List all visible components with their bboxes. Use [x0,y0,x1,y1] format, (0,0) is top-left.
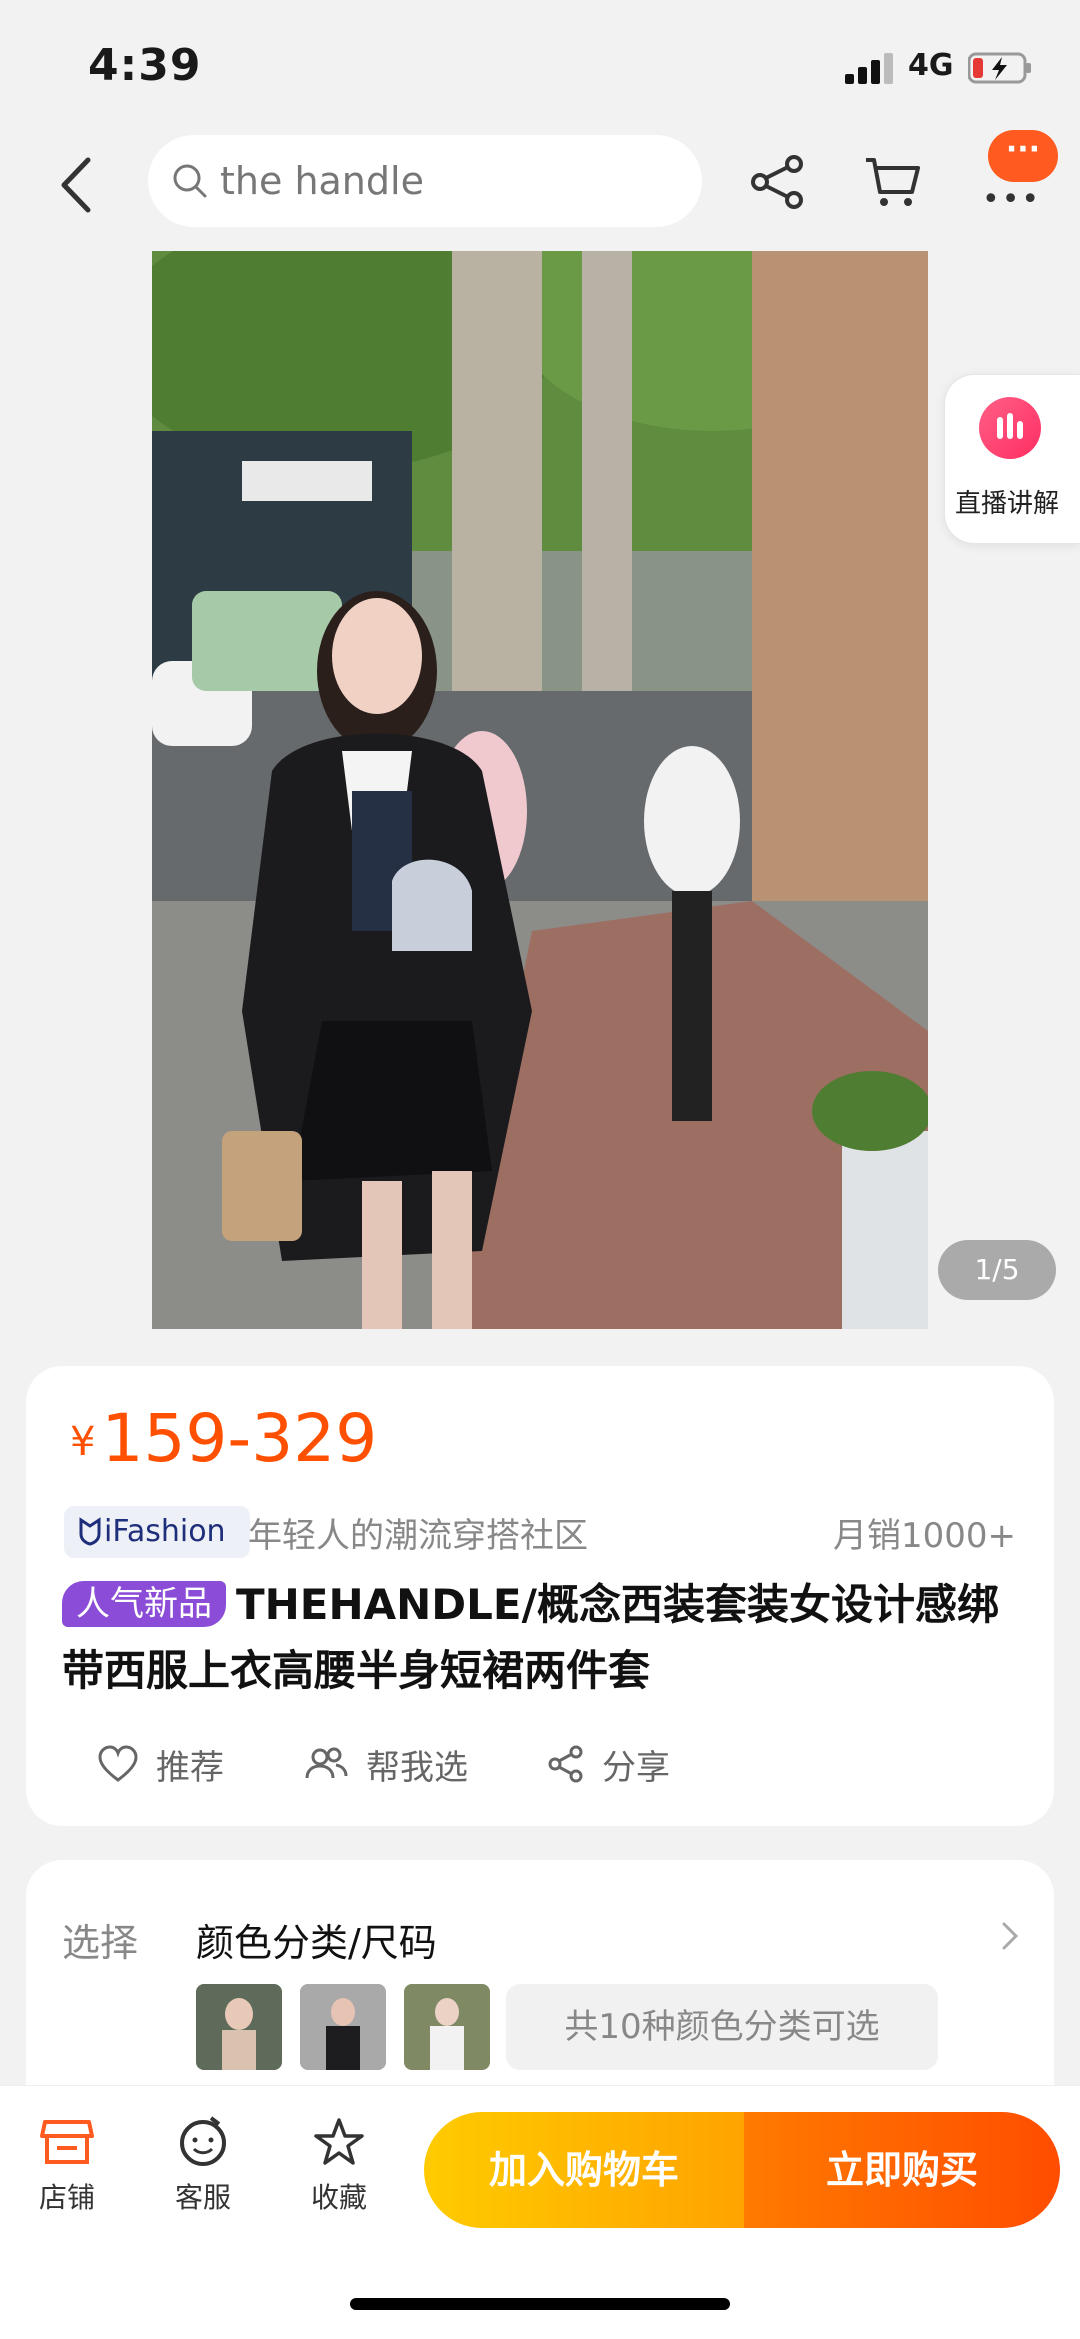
live-bars-icon [979,397,1041,459]
star-icon [314,2118,364,2165]
select-label: 选择 [62,1921,139,1965]
monthly-sales: 月销1000+ [832,1516,1016,1556]
search-icon [173,164,207,198]
action-row: 推荐 帮我选 分享 [26,1734,1054,1794]
product-photo-illustration [152,251,928,1329]
product-image[interactable] [152,251,928,1329]
price: ¥159-329 [70,1400,377,1477]
variant-thumbnail[interactable] [300,1984,386,2070]
back-icon[interactable] [48,150,108,220]
chevron-right-icon [1002,1922,1019,1950]
customer-service-tab-label: 客服 [174,2181,231,2214]
message-bubble-icon: ··· [988,130,1058,182]
product-title: 人气新品 THEHANDLE/概念西装套装女设计感绑带西服上衣高腰半身短裙两件套 [62,1572,1022,1704]
recommend-label: 推荐 [156,1747,224,1788]
variant-thumbnail[interactable] [404,1984,490,2070]
live-explain-button[interactable]: 直播讲解 [944,374,1080,544]
help-choose-button[interactable]: 帮我选 [302,1734,468,1794]
ifashion-logo-text: iFashion [104,1514,226,1549]
hot-new-badge: 人气新品 [62,1581,226,1627]
variant-thumbnail[interactable] [196,1984,282,2070]
help-choose-label: 帮我选 [366,1747,468,1788]
product-info-card: ¥159-329 iFashion 年轻人的潮流穿搭社区 月销1000+ 人气新… [26,1366,1054,1826]
brand-tagline[interactable]: 年轻人的潮流穿搭社区 [248,1508,588,1557]
price-currency: ¥ [70,1419,96,1465]
buy-now-button[interactable]: 立即购买 [744,2112,1060,2228]
network-label: 4G [908,48,954,83]
people-icon [305,1747,348,1779]
store-tab-label: 店铺 [38,2181,95,2214]
select-value: 颜色分类/尺码 [196,1921,437,1965]
navigation-bar: the handle ··· ••• [0,130,1080,240]
store-tab[interactable]: 店铺 [12,2116,122,2216]
cart-icon[interactable] [862,152,922,212]
status-bar: 4:39 4G [0,0,1080,135]
favorite-tab-label: 收藏 [310,2181,367,2214]
share-icon [548,1745,583,1783]
search-input[interactable]: the handle [148,135,702,227]
ifashion-mark-icon [79,1517,101,1546]
share-icon[interactable] [748,152,808,212]
share-product-button[interactable]: 分享 [546,1734,670,1794]
customer-service-tab[interactable]: 客服 [148,2116,258,2216]
share-label: 分享 [602,1747,670,1788]
search-query: the handle [220,159,424,203]
customer-service-icon [180,2116,226,2166]
favorite-tab[interactable]: 收藏 [284,2116,394,2216]
variant-count[interactable]: 共10种颜色分类可选 [506,1984,938,2070]
ifashion-logo[interactable]: iFashion [64,1506,250,1558]
live-label: 直播讲解 [955,489,1060,519]
home-indicator[interactable] [350,2298,730,2310]
more-button[interactable]: ··· ••• [976,130,1060,230]
status-time: 4:39 [88,40,202,91]
battery-icon [968,52,1031,84]
add-to-cart-button[interactable]: 加入购物车 [424,2112,744,2228]
price-range: 159-329 [101,1400,378,1477]
more-dots-icon: ••• [982,182,1042,217]
store-icon [40,2120,94,2164]
heart-icon [98,1745,138,1782]
signal-icon [845,52,895,84]
image-page-indicator: 1/5 [938,1240,1056,1300]
recommend-button[interactable]: 推荐 [96,1734,224,1794]
